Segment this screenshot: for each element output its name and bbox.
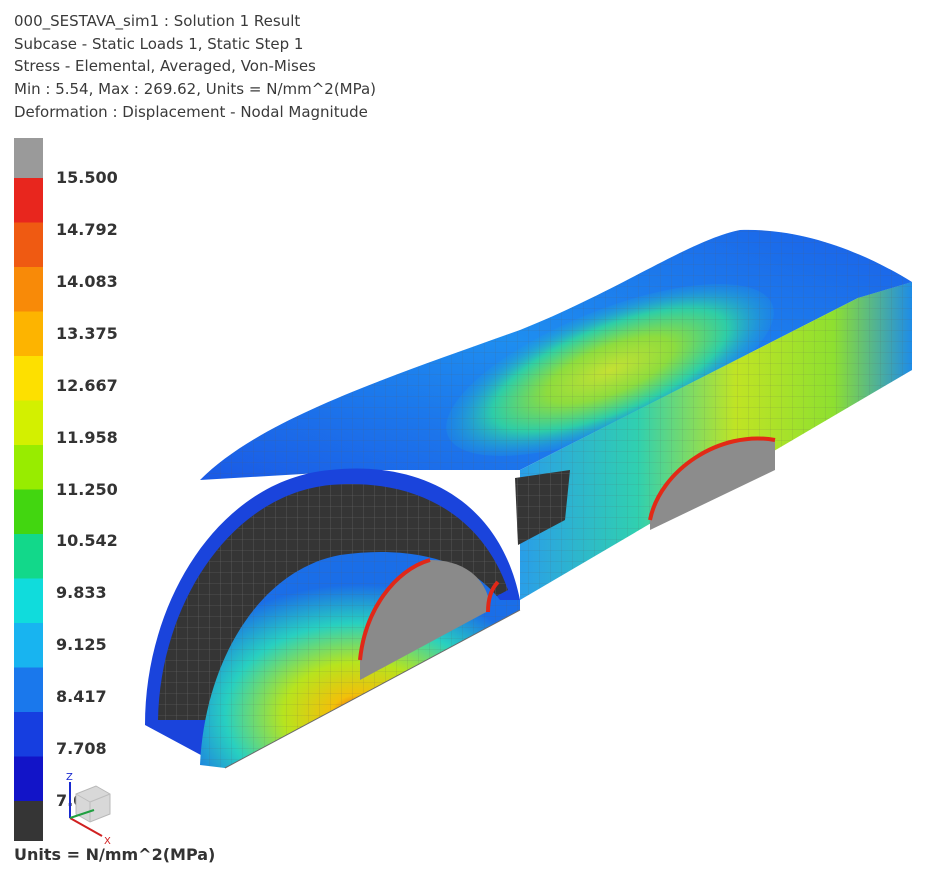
legend-color-band — [14, 400, 43, 446]
x-axis-icon — [69, 817, 103, 837]
legend-color-band — [14, 667, 43, 713]
legend-color-band — [14, 756, 43, 802]
legend-color-band — [14, 267, 43, 312]
legend-label: 11.250 — [56, 479, 118, 499]
view-cube-icon[interactable] — [75, 785, 111, 823]
legend-label: 9.125 — [56, 635, 107, 655]
legend-color-band — [14, 712, 43, 757]
legend-color-band — [14, 311, 43, 357]
x-axis-label: X — [104, 836, 111, 847]
legend-color-band — [14, 356, 43, 401]
legend-label: 8.417 — [56, 687, 107, 707]
legend-label: 7.708 — [56, 739, 107, 759]
legend-label: 12.667 — [56, 375, 118, 395]
legend-underflow-band — [14, 801, 43, 841]
legend-label: 10.542 — [56, 531, 118, 551]
legend-label: 13.375 — [56, 323, 118, 343]
color-legend-bar — [14, 138, 43, 841]
legend-color-band — [14, 623, 43, 668]
z-axis-label: Z — [66, 772, 73, 783]
legend-color-band — [14, 445, 43, 490]
legend-label: 9.833 — [56, 583, 107, 603]
legend-overflow-band — [14, 138, 43, 179]
legend-color-band — [14, 178, 43, 223]
legend-label: 15.500 — [56, 168, 118, 187]
legend-label: 11.958 — [56, 427, 118, 447]
legend-label: 14.792 — [56, 219, 118, 239]
legend-label: 14.083 — [56, 271, 118, 291]
legend-color-band — [14, 578, 43, 624]
view-triad[interactable]: Z X — [60, 770, 120, 850]
legend-color-band — [14, 489, 43, 535]
fe-model-viewport[interactable] — [0, 0, 940, 891]
legend-color-band — [14, 222, 43, 268]
legend-color-band — [14, 534, 43, 579]
